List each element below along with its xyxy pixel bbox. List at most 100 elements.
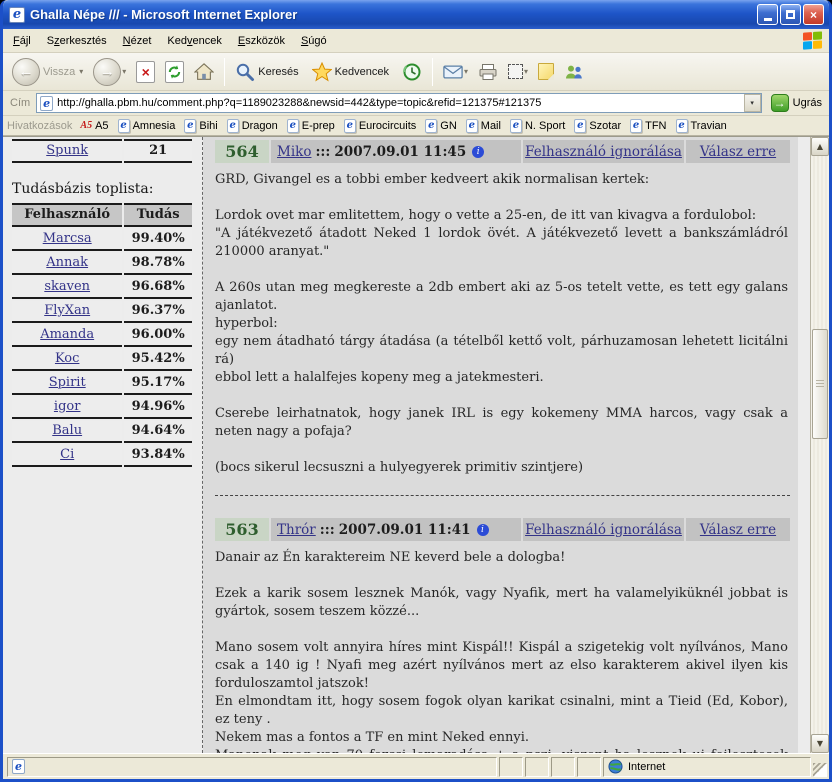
score-value: 96.37%: [124, 301, 192, 323]
user-link[interactable]: Balu: [52, 423, 82, 438]
home-button[interactable]: [190, 60, 218, 84]
link-item-nsport[interactable]: eN. Sport: [510, 119, 565, 133]
forward-dropdown-icon[interactable]: ▾: [122, 67, 126, 76]
forward-icon: →: [93, 58, 121, 86]
scroll-up-icon: ▲: [817, 142, 823, 151]
user-link[interactable]: Ci: [60, 447, 74, 462]
user-link[interactable]: Koc: [55, 351, 79, 366]
toplist-title: Tudásbázis toplista:: [12, 181, 192, 197]
scrollbar-track[interactable]: [811, 156, 829, 734]
discuss-button[interactable]: [534, 61, 558, 82]
info-icon[interactable]: i: [477, 524, 489, 536]
link-item-tfn[interactable]: eTFN: [630, 119, 666, 133]
link-item-gn[interactable]: eGN: [425, 119, 457, 133]
user-link[interactable]: Spunk: [46, 143, 88, 158]
close-button[interactable]: ×: [803, 4, 824, 25]
scroll-thumb[interactable]: [812, 329, 828, 439]
link-item-a5[interactable]: A5A5: [80, 120, 108, 132]
scroll-down-button[interactable]: ▼: [811, 734, 829, 753]
menu-bar: Fájl Szerkesztés Nézet Kedvencek Eszközö…: [3, 29, 829, 53]
ignore-user-link[interactable]: Felhasználó ignorálása: [525, 522, 682, 538]
status-zone-pane: Internet: [603, 757, 811, 777]
user-link[interactable]: skaven: [44, 279, 90, 294]
ie-page-icon: e: [184, 119, 196, 133]
link-item-dragon[interactable]: eDragon: [227, 119, 278, 133]
status-pane: [499, 757, 523, 777]
ignore-user-link[interactable]: Felhasználó ignorálása: [525, 144, 682, 160]
forward-button[interactable]: → ▾: [89, 56, 130, 88]
user-link[interactable]: FlyXan: [44, 303, 90, 318]
score-value: 95.17%: [124, 373, 192, 395]
vertical-scrollbar[interactable]: ▲ ▼: [810, 137, 829, 753]
ie-page-icon: e: [425, 119, 437, 133]
link-item-szotar[interactable]: eSzotar: [574, 119, 621, 133]
resize-grip[interactable]: [813, 763, 827, 777]
mail-button[interactable]: ▾: [439, 60, 472, 84]
go-button[interactable]: → Ugrás: [767, 93, 826, 113]
link-item-amnesia[interactable]: eAmnesia: [118, 119, 176, 133]
refresh-icon: [165, 61, 184, 83]
author-link[interactable]: Thrór: [277, 522, 316, 538]
address-input[interactable]: e http://ghalla.pbm.hu/comment.php?q=118…: [36, 93, 761, 113]
ie-window-icon: e: [9, 7, 25, 23]
chevron-down-icon: ▾: [750, 99, 754, 107]
score-value: 21: [124, 139, 192, 163]
title-bar[interactable]: e Ghalla Népe /// - Microsoft Internet E…: [3, 0, 829, 29]
user-link[interactable]: igor: [54, 399, 81, 414]
meta-separator: :::: [320, 522, 335, 538]
table-row: Spunk 21: [12, 139, 192, 163]
thumb-gripper-icon: [816, 380, 824, 389]
link-item-travian[interactable]: eTravian: [676, 119, 727, 133]
mail-dropdown-icon[interactable]: ▾: [464, 67, 468, 76]
status-zone-label: Internet: [628, 761, 665, 773]
link-item-eurocircuits[interactable]: eEurocircuits: [344, 119, 416, 133]
mail-icon: [443, 62, 463, 82]
user-link[interactable]: Spirit: [49, 375, 86, 390]
edit-button[interactable]: ▾: [504, 62, 532, 81]
ie-page-icon: e: [287, 119, 299, 133]
stop-button[interactable]: ×: [132, 59, 159, 85]
a5-icon: A5: [80, 120, 92, 131]
post-paragraph: Cserebe leirhatnatok, hogy janek IRL is …: [215, 405, 788, 441]
menu-tools[interactable]: Eszközök: [230, 31, 293, 51]
address-url[interactable]: http://ghalla.pbm.hu/comment.php?q=11890…: [57, 97, 743, 109]
menu-help[interactable]: Súgó: [293, 31, 335, 51]
address-dropdown-button[interactable]: ▾: [744, 94, 761, 112]
info-icon[interactable]: i: [472, 146, 484, 158]
user-link[interactable]: Annak: [46, 255, 88, 270]
status-main-pane: e: [7, 757, 497, 777]
maximize-button[interactable]: [780, 4, 801, 25]
refresh-button[interactable]: [161, 59, 188, 85]
toolbar-separator: [224, 58, 225, 86]
address-label: Cím: [10, 97, 30, 109]
author-link[interactable]: Miko: [277, 144, 311, 160]
favorites-button[interactable]: Kedvencek: [308, 60, 396, 84]
link-item-mail[interactable]: eMail: [466, 119, 501, 133]
user-link[interactable]: Marcsa: [43, 231, 92, 246]
post-paragraph: GRD, Givangel es a tobbi ember kedveert …: [215, 171, 788, 189]
score-value: 94.64%: [124, 421, 192, 443]
scroll-up-button[interactable]: ▲: [811, 137, 829, 156]
link-item-eprep[interactable]: eE-prep: [287, 119, 335, 133]
table-row: Annak98.78%: [12, 253, 192, 275]
link-item-bihi[interactable]: eBihi: [184, 119, 217, 133]
messenger-button[interactable]: [560, 60, 588, 84]
menu-edit[interactable]: Szerkesztés: [39, 31, 115, 51]
menu-favorites[interactable]: Kedvencek: [159, 31, 229, 51]
history-button[interactable]: [398, 60, 426, 84]
back-button[interactable]: ← Vissza ▾: [8, 56, 87, 88]
print-button[interactable]: [474, 60, 502, 84]
edit-dropdown-icon[interactable]: ▾: [524, 67, 528, 76]
minimize-button[interactable]: [757, 4, 778, 25]
status-pane: [577, 757, 601, 777]
menu-file[interactable]: Fájl: [5, 31, 39, 51]
links-bar-label: Hivatkozások: [7, 120, 72, 132]
user-link[interactable]: Amanda: [40, 327, 94, 342]
reply-link[interactable]: Válasz erre: [700, 522, 776, 538]
messenger-icon: [564, 62, 584, 82]
back-dropdown-icon[interactable]: ▾: [79, 67, 83, 76]
status-pane: [551, 757, 575, 777]
reply-link[interactable]: Válasz erre: [700, 144, 776, 160]
menu-view[interactable]: Nézet: [115, 31, 160, 51]
search-button[interactable]: Keresés: [231, 60, 305, 84]
